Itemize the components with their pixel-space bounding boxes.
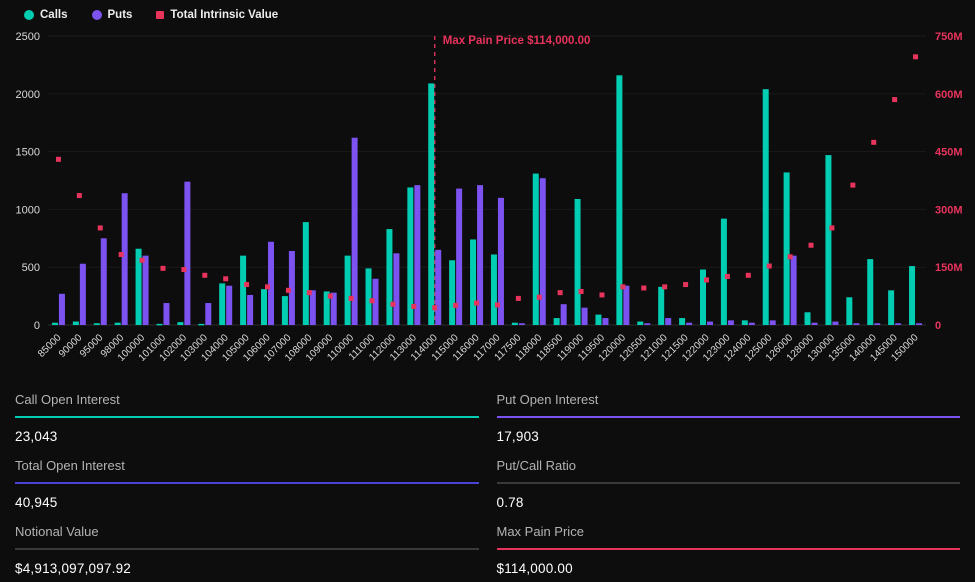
legend-item-puts[interactable]: Puts — [92, 9, 133, 21]
stats-panel: Call Open Interest 23,043 Put Open Inter… — [0, 376, 975, 582]
stat-label: Put Open Interest — [497, 392, 961, 416]
stat-call-open-interest: Call Open Interest 23,043 — [15, 384, 479, 450]
legend-label-total-intrinsic-value: Total Intrinsic Value — [170, 9, 278, 21]
svg-text:600M: 600M — [935, 89, 963, 101]
stat-total-open-interest: Total Open Interest 40,945 — [15, 450, 479, 516]
stat-max-pain-price: Max Pain Price $114,000.00 — [497, 516, 961, 582]
chart-legend: Calls Puts Total Intrinsic Value — [0, 0, 975, 24]
stat-label: Notional Value — [15, 524, 479, 548]
svg-text:500: 500 — [22, 262, 40, 274]
stat-label: Max Pain Price — [497, 524, 961, 548]
stat-label: Put/Call Ratio — [497, 458, 961, 482]
puts-swatch-icon — [92, 10, 102, 20]
stat-value: $114,000.00 — [497, 550, 961, 576]
stat-label: Total Open Interest — [15, 458, 479, 482]
svg-text:450M: 450M — [935, 147, 963, 159]
legend-label-puts: Puts — [108, 9, 133, 21]
legend-item-total-intrinsic-value[interactable]: Total Intrinsic Value — [156, 9, 278, 21]
stat-value: 40,945 — [15, 484, 479, 510]
chart-canvas[interactable]: 0 0 500 150M 1000 300M 1500 450M 2000 600M 2500 750… — [0, 24, 975, 376]
stat-value: 23,043 — [15, 418, 479, 444]
legend-label-calls: Calls — [40, 9, 68, 21]
stat-value: 17,903 — [497, 418, 961, 444]
svg-text:150M: 150M — [935, 262, 963, 274]
svg-text:0: 0 — [34, 320, 40, 332]
svg-text:Max Pain Price $114,000.00: Max Pain Price $114,000.00 — [443, 35, 591, 47]
options-open-interest-chart[interactable]: 0 0 500 150M 1000 300M 1500 450M 2000 600M 2500 750… — [0, 24, 975, 376]
calls-swatch-icon — [24, 10, 34, 20]
stat-notional-value: Notional Value $4,913,097,097.92 — [15, 516, 479, 582]
svg-text:2500: 2500 — [16, 31, 40, 43]
legend-item-calls[interactable]: Calls — [24, 9, 68, 21]
svg-text:300M: 300M — [935, 204, 963, 216]
stat-put-open-interest: Put Open Interest 17,903 — [497, 384, 961, 450]
stat-value: $4,913,097,097.92 — [15, 550, 479, 576]
stat-value: 0.78 — [497, 484, 961, 510]
svg-text:1500: 1500 — [16, 147, 40, 159]
options-max-pain-page: Calls Puts Total Intrinsic Value 0 0 500 15… — [0, 0, 975, 582]
stat-label: Call Open Interest — [15, 392, 479, 416]
svg-text:1000: 1000 — [16, 204, 40, 216]
stat-put-call-ratio: Put/Call Ratio 0.78 — [497, 450, 961, 516]
svg-text:2000: 2000 — [16, 89, 40, 101]
svg-text:0: 0 — [935, 320, 941, 332]
intrinsic-swatch-icon — [156, 11, 164, 19]
svg-text:750M: 750M — [935, 31, 963, 43]
